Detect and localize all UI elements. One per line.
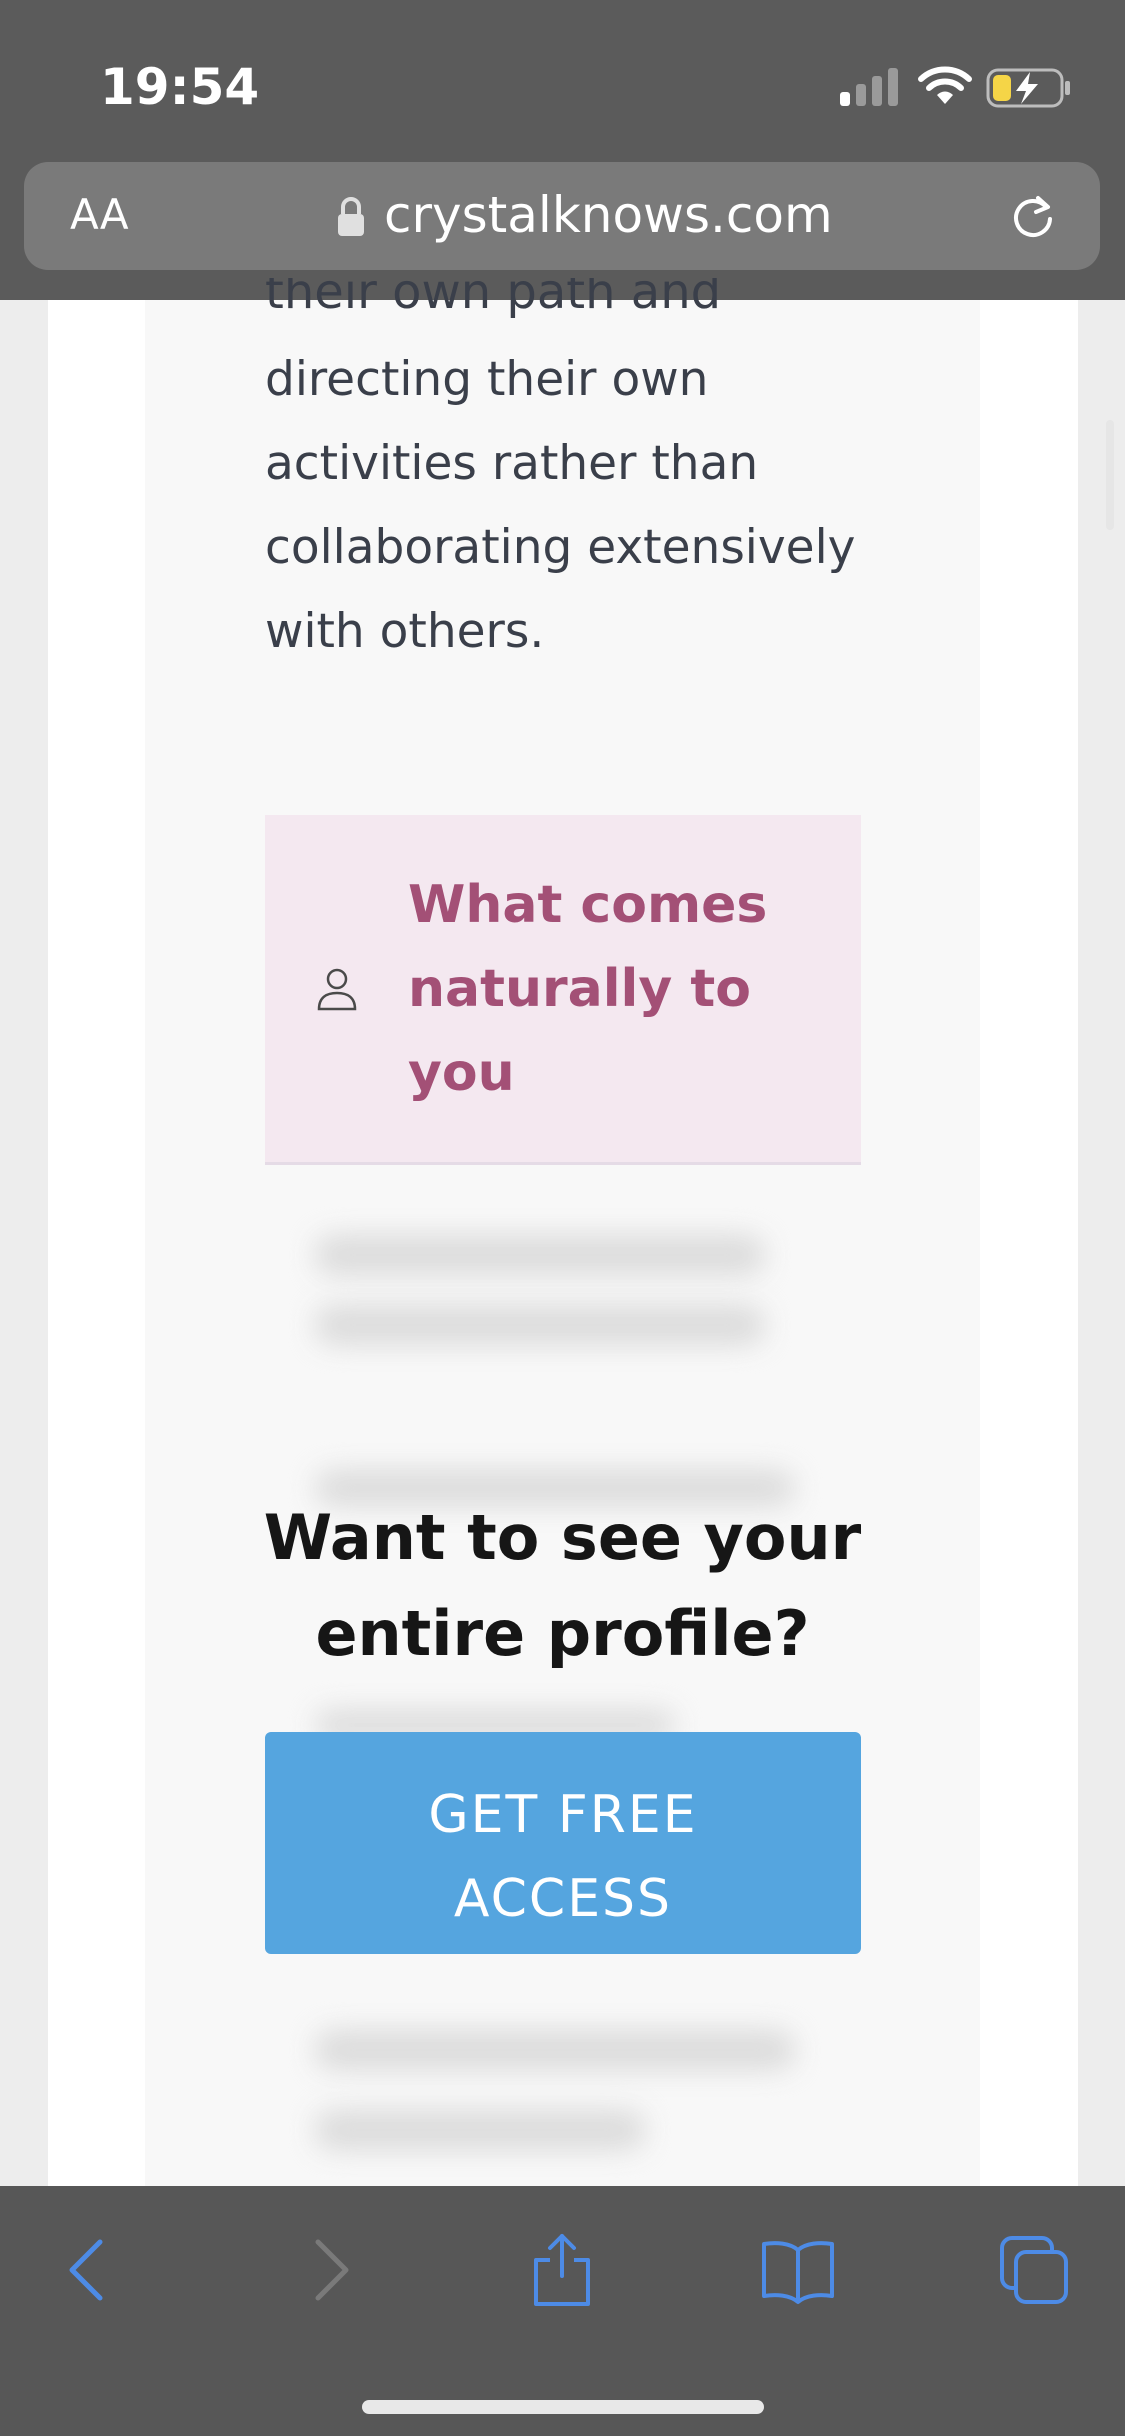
share-icon[interactable] (522, 2230, 602, 2310)
reload-icon[interactable] (1008, 192, 1058, 242)
browser-toolbar (0, 2186, 1125, 2436)
text-size-button[interactable]: AA (70, 190, 129, 239)
wifi-icon (918, 66, 972, 104)
blurred-text (315, 2030, 795, 2070)
home-indicator[interactable] (362, 2400, 764, 2414)
lock-icon (338, 197, 364, 236)
battery-charging-icon (986, 68, 1070, 108)
status-time: 19:54 (100, 58, 260, 116)
back-icon[interactable] (48, 2230, 128, 2310)
natural-strengths-title: What comes naturally to you (408, 875, 768, 1103)
blurred-text (315, 1235, 765, 1275)
forward-icon[interactable] (290, 2230, 370, 2310)
bookmarks-icon[interactable] (758, 2230, 838, 2310)
profile-paragraph: directing their own activities rather th… (265, 352, 856, 659)
tabs-icon[interactable] (994, 2230, 1074, 2310)
url-text[interactable]: crystalknows.com (384, 186, 833, 244)
cta-button-label: GET FREE ACCESS (428, 1784, 698, 1929)
signal-icon (840, 68, 898, 106)
get-free-access-button[interactable]: GET FREE ACCESS (265, 1732, 861, 1954)
text-size-label: AA (70, 190, 129, 239)
natural-strengths-header[interactable]: What comes naturally to you (265, 815, 861, 1165)
blurred-text (315, 2110, 645, 2150)
scroll-indicator[interactable] (1106, 420, 1114, 530)
person-icon (317, 968, 357, 1011)
cut-off-text: their own path and (265, 278, 722, 320)
cta-title: Want to see your entire profile? (263, 1501, 862, 1670)
blurred-text (315, 1305, 765, 1345)
